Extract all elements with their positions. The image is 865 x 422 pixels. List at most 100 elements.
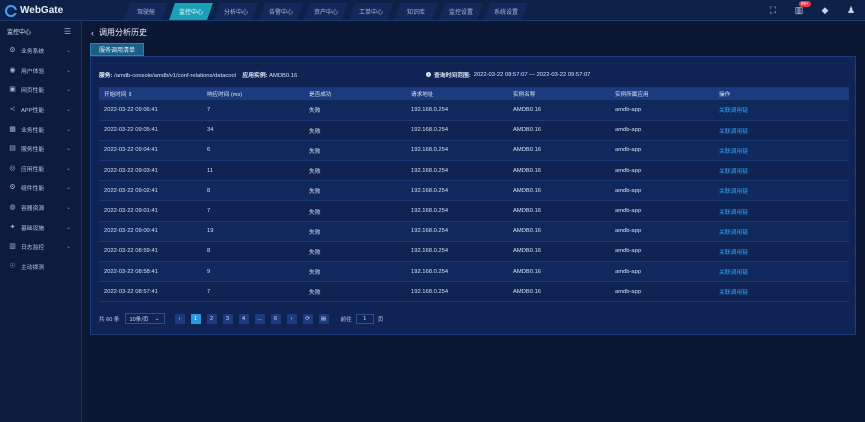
table-cell: 失败 (309, 249, 321, 256)
chevron-down-icon: ⌄ (65, 205, 71, 212)
container-icon: ◍ (9, 204, 16, 212)
column-header-label: 请求地址 (411, 91, 434, 98)
page-button[interactable]: 3 (222, 313, 233, 324)
table-row: 2022-03-22 09:03:41 11 失败 192.168.0.254 AMDB… (99, 160, 849, 181)
sort-icon[interactable]: ⇕ (126, 92, 133, 98)
table-cell: AMDB0.16 (513, 268, 542, 275)
chevron-down-icon: ⌄ (65, 67, 71, 74)
sidebar-item-label: 基础设施 (21, 225, 45, 232)
goto-page-input[interactable]: 1 (355, 313, 374, 324)
trace-link[interactable]: 关联调用链 (714, 201, 849, 221)
table-cell: AMDB0.16 (513, 288, 542, 295)
log-icon: ▥ (9, 243, 16, 251)
call-list-table: 开始时间 ⇕ 响应时间 (ms) 是否成功 请求地址 实例名称 实例所属应用 操作 2022… (99, 87, 849, 302)
sidebar-item-0[interactable]: ⚙ 业务系统 ⌄ (0, 41, 81, 61)
nav-tab-2[interactable]: 分析中心 (214, 3, 258, 20)
notification-icon[interactable]: ▥ 99+ (793, 1, 811, 16)
table-cell: 失败 (309, 128, 321, 135)
table-cell: 2022-03-22 09:04:41 (104, 147, 158, 154)
app-logo[interactable]: WebGate (5, 4, 63, 17)
nav-tab-1[interactable]: 监控中心 (169, 3, 213, 20)
table-cell: 34 (207, 127, 214, 134)
sidebar-item-6[interactable]: ◎ 应用性能 ⌄ (0, 159, 81, 179)
trace-link[interactable]: 关联调用链 (714, 221, 849, 241)
component-icon: ⚙ (9, 184, 16, 192)
table-cell: 9 (207, 268, 211, 275)
table-cell: AMDB0.16 (513, 106, 542, 113)
page-button[interactable]: ... (254, 313, 265, 324)
service-info: 服务: /amdb-console/amdb/v1/conf-relations… (99, 70, 297, 79)
sidebar-item-3[interactable]: ≺ APP性能 ⌄ (0, 100, 81, 120)
trace-link[interactable]: 关联调用链 (714, 100, 849, 120)
trace-link[interactable]: 关联调用链 (714, 181, 849, 201)
column-header-5: 实例所属应用 (610, 87, 714, 100)
refresh-icon[interactable]: ⟳ (302, 313, 313, 324)
table-cell: 192.168.0.254 (411, 106, 449, 113)
sidebar-item-label: 用户体验 (21, 68, 45, 75)
trace-link[interactable]: 关联调用链 (714, 282, 849, 302)
table-cell: AMDB0.16 (513, 187, 542, 194)
sidebar-item-label: 应用性能 (21, 166, 45, 173)
instance-label: 应用实例: (242, 73, 268, 79)
nav-tab-5[interactable]: 工单中心 (349, 3, 393, 20)
prev-page-button[interactable]: ‹ (174, 313, 185, 324)
table-cell: 192.168.0.254 (411, 268, 449, 275)
trace-link[interactable]: 关联调用链 (714, 262, 849, 282)
tab-service-call-list[interactable]: 服务调用清单 (90, 43, 144, 56)
page-button[interactable]: 2 (206, 313, 217, 324)
nav-tab-4[interactable]: 资产中心 (304, 3, 348, 20)
sidebar-item-1[interactable]: ◉ 用户体验 ⌄ (0, 61, 81, 81)
table-cell: 192.168.0.254 (411, 228, 449, 235)
share-icon: ≺ (9, 106, 16, 114)
table-cell: AMDB0.16 (513, 208, 542, 215)
sidebar-item-label: 日志监控 (21, 245, 45, 252)
sidebar-item-8[interactable]: ◍ 容器资源 ⌄ (0, 198, 81, 218)
sidebar-item-10[interactable]: ▥ 日志监控 ⌄ (0, 237, 81, 257)
fullscreen-icon[interactable]: ⛶ (767, 4, 779, 16)
nav-tab-3[interactable]: 告警中心 (259, 3, 303, 20)
table-cell: 192.168.0.254 (411, 167, 449, 174)
column-header-0[interactable]: 开始时间 ⇕ (99, 87, 202, 100)
table-cell: 2022-03-22 08:59:41 (104, 248, 158, 255)
sidebar-item-5[interactable]: ▤ 服务性能 ⌄ (0, 139, 81, 159)
page-button[interactable]: 4 (238, 313, 249, 324)
page-button[interactable]: 1 (190, 313, 201, 324)
sidebar-header: 监控中心 ☰ (0, 21, 81, 41)
back-arrow-icon[interactable]: ‹ (91, 28, 94, 38)
sidebar-item-11[interactable]: ☉ 主动拨测 (0, 257, 81, 277)
sidebar-item-9[interactable]: ✦ 基础设施 ⌄ (0, 217, 81, 237)
monitor-icon: ▣ (9, 86, 16, 94)
table-cell: amdb-app (615, 187, 642, 194)
table-cell: amdb-app (615, 147, 642, 154)
trace-link[interactable]: 关联调用链 (714, 241, 849, 261)
collapse-menu-icon[interactable]: ☰ (64, 27, 71, 36)
page-numbers: 1 2 3 4... 6 (190, 313, 287, 324)
export-icon[interactable]: ▤ (318, 313, 329, 324)
top-bar: WebGate 驾驶舱 监控中心 分析中心 告警中心 资产中心 工单中心 知识库 监控设置 系统… (0, 0, 865, 21)
table-cell: 2022-03-22 09:06:41 (104, 106, 158, 113)
page-size-select[interactable]: 10条/页 ⌄ (124, 313, 165, 324)
nav-tab-6[interactable]: 知识库 (394, 3, 438, 20)
nav-tab-0[interactable]: 驾驶舱 (124, 3, 168, 20)
user-avatar-icon[interactable]: ♟ (845, 4, 857, 16)
next-page-button[interactable]: › (286, 313, 297, 324)
table-cell: 11 (207, 167, 214, 174)
sidebar-item-2[interactable]: ▣ 网页性能 ⌄ (0, 80, 81, 100)
dial-test-icon: ☉ (9, 262, 16, 270)
trace-link[interactable]: 关联调用链 (714, 120, 849, 140)
diamond-icon[interactable]: ◆ (819, 4, 831, 16)
nav-tab-7[interactable]: 监控设置 (439, 3, 483, 20)
time-range-value: 2022-03-22 08:57:07 — 2022-03-22 09:57:0… (473, 71, 591, 78)
page-title-text: 调用分析历史 (99, 28, 147, 37)
table-row: 2022-03-22 09:05:41 34 失败 192.168.0.254 AMDB… (99, 120, 849, 141)
trace-link[interactable]: 关联调用链 (714, 140, 849, 160)
nav-tab-8[interactable]: 系统设置 (484, 3, 528, 20)
sidebar-item-4[interactable]: ▦ 业务性能 ⌄ (0, 119, 81, 139)
page-button[interactable]: 6 (270, 313, 281, 324)
sidebar-item-7[interactable]: ⚙ 组件性能 ⌄ (0, 178, 81, 198)
trace-link[interactable]: 关联调用链 (714, 161, 849, 181)
table-cell: 8 (207, 248, 211, 255)
table-cell: amdb-app (615, 106, 642, 113)
total-count: 共 60 条 (99, 316, 120, 323)
infrastructure-icon: ✦ (9, 223, 16, 231)
